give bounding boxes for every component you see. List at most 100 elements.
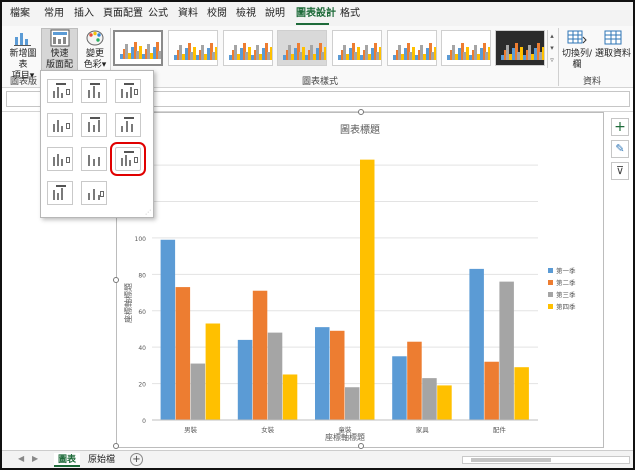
change-colors-button[interactable]: 變更 色彩▾: [82, 29, 108, 73]
tab-page-layout[interactable]: 頁面配置: [103, 8, 143, 20]
tab-insert[interactable]: 插入: [74, 8, 94, 20]
bar-1-1: [160, 239, 176, 420]
resize-handle[interactable]: [358, 443, 364, 449]
bar-3-1: [190, 363, 206, 420]
layout-option-7[interactable]: [47, 147, 73, 171]
chart-style-8[interactable]: [495, 30, 545, 66]
tab-help[interactable]: 說明: [265, 8, 285, 20]
layout-option-5[interactable]: [81, 113, 107, 137]
bar-2-4: [407, 341, 422, 420]
chart-style-7[interactable]: [441, 30, 491, 66]
layout-option-11[interactable]: [81, 181, 107, 205]
bar-4-2: [282, 374, 298, 420]
layout-option-9-highlighted[interactable]: [110, 142, 146, 176]
chart-style-3[interactable]: [223, 30, 273, 66]
chart-elements-icon[interactable]: +: [611, 118, 629, 136]
add-chart-element-button[interactable]: 新增圖表 項目▾: [6, 29, 40, 81]
bar-1-2: [237, 339, 253, 420]
chart-style-1[interactable]: [113, 30, 163, 66]
ribbon-separator: [558, 28, 559, 86]
horizontal-scrollbar[interactable]: [462, 456, 630, 464]
group-label-data: 資料: [583, 77, 602, 87]
legend-label: 第四季: [556, 302, 576, 311]
tab-file[interactable]: 檔案: [10, 8, 30, 20]
resize-grip-icon[interactable]: ⋰: [145, 209, 151, 216]
chart-svg[interactable]: 圖表標題 020406080100 男裝 女裝 童裝 家具 配件 座標軸標題 座標軸標題…: [117, 113, 603, 447]
bar-2-2: [252, 290, 268, 420]
tab-formulas[interactable]: 公式: [148, 8, 168, 20]
group-label-chart-styles: 圖表樣式: [302, 77, 339, 87]
y-tick-label: 40: [138, 345, 146, 352]
chart-styles-brush-icon[interactable]: ✎: [611, 140, 629, 158]
chart-filter-icon[interactable]: ⊽: [611, 162, 629, 180]
chart-style-2[interactable]: [168, 30, 218, 66]
tab-chart-design[interactable]: 圖表設計: [296, 8, 336, 20]
switch-row-column-icon: [567, 30, 587, 44]
add-sheet-button[interactable]: +: [130, 453, 143, 466]
y-axis-title[interactable]: 座標軸標題: [123, 283, 133, 323]
styles-scroll-control[interactable]: ▴ ▾ ▿: [547, 30, 556, 68]
layout-option-4[interactable]: [47, 113, 73, 137]
bar-2-3: [330, 330, 345, 420]
legend[interactable]: 第一季第二季第三季第四季: [548, 266, 576, 311]
bar-4-1: [205, 323, 221, 420]
resize-handle[interactable]: [113, 277, 119, 283]
active-tab-underline: [296, 23, 329, 25]
bars: [160, 159, 529, 420]
chart-title[interactable]: 圖表標題: [340, 123, 380, 136]
legend-swatch: [548, 292, 553, 297]
quick-layout-menu: ⋰: [40, 70, 154, 218]
layout-option-3[interactable]: [115, 79, 141, 103]
style-thumb-mini-bar: [160, 46, 161, 59]
sheet-nav-prev-icon[interactable]: ◀: [18, 454, 24, 463]
y-tick-label: 20: [138, 382, 146, 389]
palette-icon: [86, 30, 104, 46]
style-thumb-mini-bar: [433, 47, 436, 60]
chart-area[interactable]: 圖表標題 0 20 40 60 80 100 男裝 女裝 童裝 家具 配件 座標軸標題 座標軸標題…: [113, 109, 604, 449]
bar-3-3: [345, 387, 360, 420]
tab-view[interactable]: 檢視: [236, 8, 256, 20]
bar-4-4: [437, 385, 452, 420]
bar-3-5: [499, 281, 514, 420]
layout-option-10[interactable]: [47, 181, 73, 205]
layout-option-1[interactable]: [47, 79, 73, 103]
dropdown-arrow-icon: ▾: [101, 60, 107, 70]
tab-review[interactable]: 校閱: [207, 8, 227, 20]
resize-handle[interactable]: [113, 443, 119, 449]
quick-layout-label-1: 快速: [50, 49, 69, 59]
switch-row-column-button[interactable]: 切換列/欄: [560, 29, 594, 73]
legend-swatch: [548, 268, 553, 273]
sheet-tab-chart[interactable]: 圖表: [54, 453, 81, 467]
add-chart-element-icon: [14, 33, 31, 46]
legend-swatch: [548, 304, 553, 309]
quick-layout-button[interactable]: 快速 版面配置▾: [41, 28, 78, 81]
category-label: 配件: [493, 425, 507, 434]
excel-window: 檔案 常用 插入 頁面配置 公式 資料 校閱 檢視 說明 圖表設計 格式 新增圖…: [0, 0, 635, 470]
bar-1-4: [392, 356, 407, 420]
formula-input[interactable]: [152, 91, 630, 107]
tab-home[interactable]: 常用: [44, 8, 64, 20]
layout-option-8[interactable]: [81, 147, 107, 171]
y-tick-label: 60: [138, 309, 146, 316]
x-axis-title[interactable]: 座標軸標題: [325, 432, 365, 442]
bar-2-5: [484, 361, 499, 420]
chart-style-4[interactable]: [277, 30, 327, 66]
sheet-tab-source[interactable]: 原始檔: [84, 453, 119, 467]
category-label: 家具: [416, 425, 430, 434]
tab-data[interactable]: 資料: [178, 8, 198, 20]
layout-option-2[interactable]: [81, 79, 107, 103]
resize-handle[interactable]: [358, 109, 364, 115]
select-data-button[interactable]: 選取資料: [595, 29, 631, 73]
add-chart-element-label-1: 新增圖表: [9, 49, 37, 70]
layout-option-6[interactable]: [115, 113, 141, 137]
tab-format[interactable]: 格式: [340, 8, 360, 20]
category-label: 女裝: [261, 425, 275, 434]
chart-style-6[interactable]: [387, 30, 437, 66]
group-label-layouts: 圖表版: [10, 77, 38, 87]
chart-style-5[interactable]: [332, 30, 382, 66]
bar-4-3: [360, 159, 375, 420]
sheet-nav-next-icon[interactable]: ▶: [32, 454, 38, 463]
y-tick-labels: 0 20 40 60 80 100: [135, 236, 147, 425]
bar-4-5: [514, 367, 529, 420]
scrollbar-thumb[interactable]: [471, 458, 551, 462]
